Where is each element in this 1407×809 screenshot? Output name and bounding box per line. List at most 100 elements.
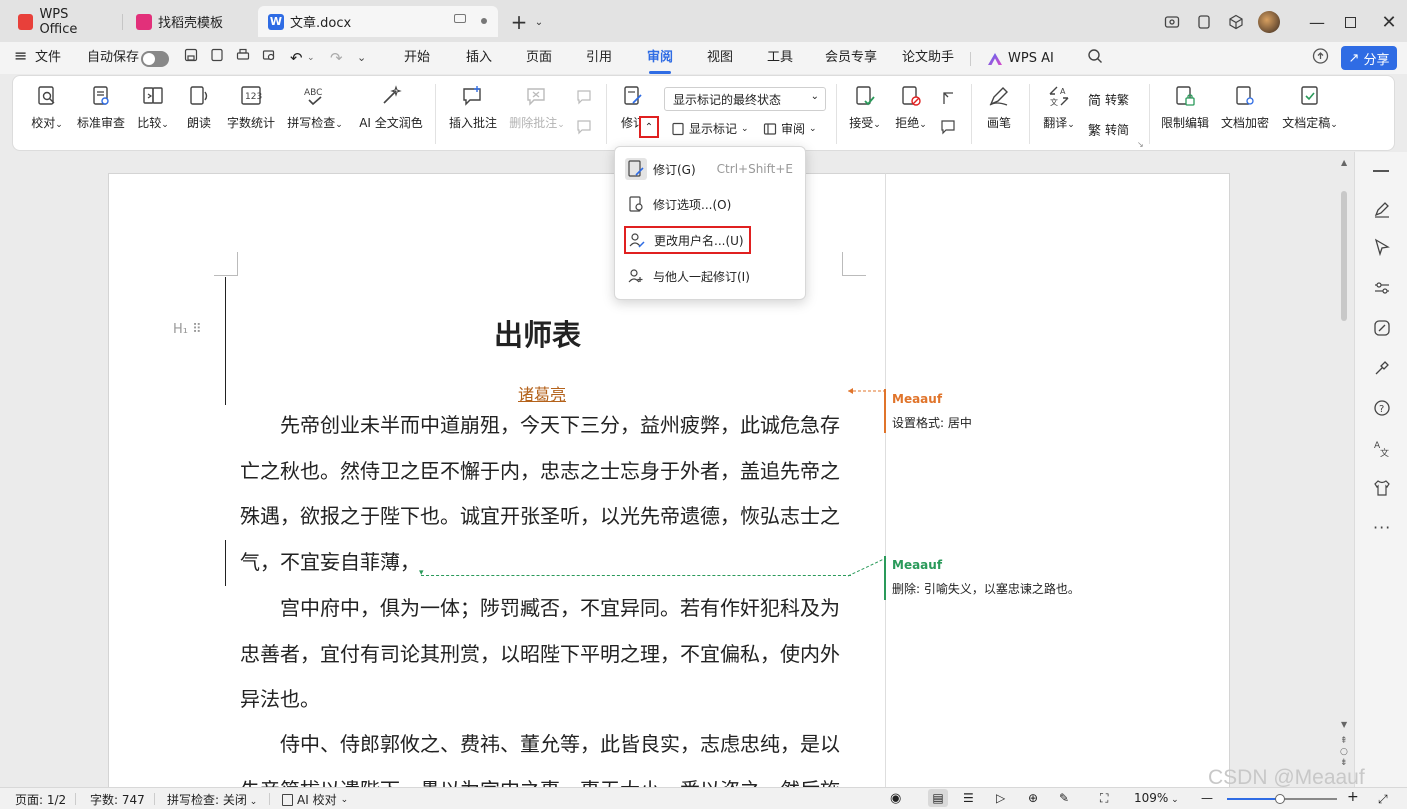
heading-handle-icon[interactable]: H₁ ⠿ <box>173 322 202 337</box>
page-nav-icon[interactable]: ⇞ ○ ⇟ <box>1340 736 1348 769</box>
menu-thesis[interactable]: 论文助手 <box>902 48 954 70</box>
scroll-down-icon[interactable]: ▼ <box>1341 720 1347 729</box>
zoom-in-icon[interactable]: + <box>1347 789 1359 805</box>
minimize-icon[interactable]: — <box>1303 8 1331 36</box>
cloud-upload-icon[interactable] <box>1312 48 1329 70</box>
close-icon[interactable]: ✕ <box>1375 8 1403 36</box>
scrollbar-thumb[interactable] <box>1341 191 1347 321</box>
accept-button[interactable]: 接受⌄ <box>847 84 883 131</box>
display-state-select[interactable]: 显示标记的最终状态 ⌄ <box>664 87 826 111</box>
collaborate-item[interactable]: 与他人一起修订(I) <box>627 262 750 290</box>
next-change-icon[interactable] <box>937 118 961 139</box>
zoom-slider-thumb[interactable] <box>1275 794 1285 804</box>
prev-comment-icon[interactable] <box>573 88 597 109</box>
track-options-item[interactable]: 修订选项...(O) <box>627 190 731 218</box>
restrict-edit-button[interactable]: 限制编辑 <box>1159 84 1211 131</box>
share-button[interactable]: ↗ 分享 <box>1341 46 1397 70</box>
eye-protection-icon[interactable]: ◉ <box>890 791 901 806</box>
undo-icon[interactable]: ↶ <box>290 48 303 70</box>
vertical-scrollbar[interactable]: ▲ ▼ ⇞ ○ ⇟ <box>1337 158 1351 783</box>
zoom-out-icon[interactable]: — <box>1201 791 1213 805</box>
menu-tools[interactable]: 工具 <box>767 48 793 70</box>
read-aloud-button[interactable]: 朗读 <box>183 84 215 131</box>
review-pane-button[interactable]: 审阅 ⌄ <box>763 120 817 137</box>
spell-check-status[interactable]: 拼写检查: 关闭 ⌄ <box>167 791 257 808</box>
more-icon[interactable]: ··· <box>1373 518 1391 537</box>
word-count[interactable]: 字数: 747 <box>90 791 145 808</box>
save-icon[interactable] <box>184 48 198 70</box>
launcher-icon[interactable]: ↘ <box>1137 140 1144 149</box>
undo-dropdown-icon[interactable]: ⌄ <box>307 48 315 70</box>
web-view-icon[interactable]: ⊕ <box>1028 791 1038 805</box>
pen-tool-icon[interactable] <box>1373 200 1391 218</box>
tab-wps-office[interactable]: WPS Office <box>8 6 118 37</box>
standard-review-button[interactable]: 标准审查 <box>75 84 127 131</box>
cursor-icon[interactable] <box>1373 238 1391 256</box>
sliders-icon[interactable] <box>1373 279 1391 297</box>
fullscreen-icon[interactable]: ⤢ <box>1378 792 1388 807</box>
change-username-item[interactable]: 更改用户名...(U) <box>624 226 751 254</box>
compare-button[interactable]: 比较⌄ <box>135 84 171 131</box>
export-pdf-icon[interactable] <box>210 48 224 70</box>
menu-view[interactable]: 视图 <box>707 48 733 70</box>
write-mode-icon[interactable]: ✎ <box>1059 791 1069 805</box>
tools-icon[interactable] <box>1373 359 1391 377</box>
redo-icon[interactable]: ↷ <box>330 48 343 70</box>
encrypt-doc-button[interactable]: 文档加密 <box>1219 84 1271 131</box>
to-traditional-button[interactable]: 简 转繁 <box>1088 90 1129 109</box>
to-simplified-button[interactable]: 繁 转简 <box>1088 120 1129 139</box>
ai-check-status[interactable]: AI 校对 ⌄ <box>282 791 348 808</box>
page-indicator[interactable]: 页面: 1/2 <box>15 791 66 808</box>
track-changes-item[interactable]: 修订(G) Ctrl+Shift+E <box>625 155 797 183</box>
search-icon[interactable] <box>1087 48 1103 70</box>
translate-side-icon[interactable]: A文 <box>1373 439 1391 457</box>
autosave-toggle[interactable] <box>141 51 169 67</box>
menu-reference[interactable]: 引用 <box>586 48 612 70</box>
chevron-down-icon[interactable]: ⌄ <box>525 8 553 36</box>
prev-change-icon[interactable] <box>937 90 961 111</box>
fit-page-icon[interactable]: ⛶ <box>1100 791 1108 806</box>
menu-file[interactable]: 文件 <box>35 48 61 70</box>
delete-comment-button[interactable]: 删除批注⌄ <box>507 84 567 131</box>
menu-page[interactable]: 页面 <box>526 48 552 70</box>
next-comment-icon[interactable] <box>573 118 597 139</box>
menu-wps-ai[interactable]: WPS AI <box>988 48 1054 70</box>
ai-polish-button[interactable]: AI 全文润色 <box>356 84 426 131</box>
reject-button[interactable]: 拒绝⌄ <box>893 84 929 131</box>
ai-writing-icon[interactable] <box>1373 319 1391 337</box>
shirt-icon[interactable] <box>1373 479 1391 497</box>
menu-start[interactable]: 开始 <box>404 48 430 70</box>
track-dropdown-arrow[interactable]: ⌃ <box>639 116 659 138</box>
zoom-slider[interactable] <box>1227 794 1337 804</box>
maximize-icon[interactable] <box>1336 8 1364 36</box>
collapse-icon[interactable] <box>1373 170 1389 172</box>
help-icon[interactable]: ? <box>1373 399 1391 417</box>
hamburger-icon[interactable]: ≡ <box>14 46 27 68</box>
scroll-up-icon[interactable]: ▲ <box>1341 158 1347 167</box>
show-markup-button[interactable]: 显示标记 ⌄ <box>671 120 749 137</box>
insert-comment-button[interactable]: 插入批注 <box>447 84 499 131</box>
translate-button[interactable]: A文 翻译⌄ <box>1039 84 1079 131</box>
monitor-icon[interactable] <box>454 14 466 23</box>
outline-view-icon[interactable]: ☰ <box>963 791 974 805</box>
print-preview-icon[interactable] <box>262 48 276 70</box>
ink-pen-button[interactable]: 画笔 <box>981 84 1017 131</box>
window-copy-icon[interactable] <box>1190 8 1218 36</box>
play-icon[interactable]: ▷ <box>996 791 1005 805</box>
tab-document[interactable]: W 文章.docx <box>258 6 498 37</box>
page-view-icon[interactable]: ▤ <box>928 789 948 807</box>
finalize-doc-button[interactable]: 文档定稿⌄ <box>1279 84 1341 131</box>
more-chevron-icon[interactable]: ⌄ <box>357 48 366 70</box>
cube-icon[interactable] <box>1222 8 1250 36</box>
avatar[interactable] <box>1255 8 1283 36</box>
menu-review[interactable]: 审阅 <box>647 48 673 74</box>
spell-check-button[interactable]: ABC 拼写检查⌄ <box>285 84 345 131</box>
screen-record-icon[interactable] <box>1158 8 1186 36</box>
tab-template[interactable]: 找稻壳模板 <box>126 6 252 37</box>
word-count-button[interactable]: 123 字数统计 <box>226 84 276 131</box>
menu-member[interactable]: 会员专享 <box>825 48 877 70</box>
menu-insert[interactable]: 插入 <box>466 48 492 70</box>
proofread-button[interactable]: 校对⌄ <box>27 84 67 131</box>
print-icon[interactable] <box>236 48 250 70</box>
zoom-level[interactable]: 109% ⌄ <box>1134 791 1179 805</box>
